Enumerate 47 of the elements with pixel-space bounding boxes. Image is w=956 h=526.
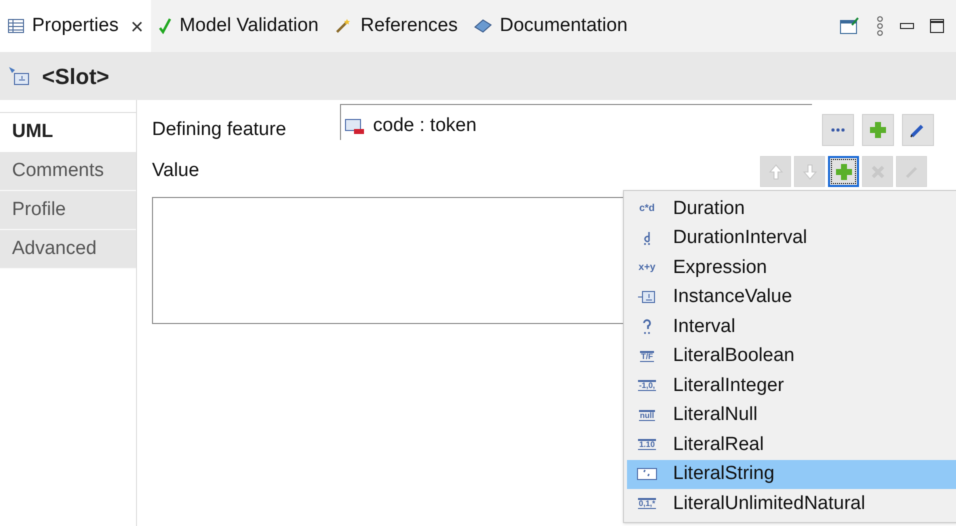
table-icon — [8, 19, 24, 33]
menu-item[interactable]: 1.10 LiteralReal — [627, 430, 956, 460]
menu-item[interactable]: DurationInterval — [627, 224, 956, 253]
side-tab[interactable]: Advanced — [0, 230, 136, 269]
property-icon — [345, 118, 365, 134]
more-icon[interactable] — [876, 16, 884, 36]
view-tab[interactable]: References — [326, 0, 466, 52]
browse-button[interactable] — [822, 114, 854, 146]
menu-item[interactable]: x+y Expression — [627, 253, 956, 282]
slot-icon — [8, 66, 30, 86]
wand-icon — [334, 18, 353, 34]
pencil-icon — [910, 122, 926, 138]
field-label: Defining feature — [152, 118, 288, 142]
question-icon — [642, 319, 652, 334]
plus-icon — [870, 122, 886, 138]
menu-item[interactable]: c*d Duration — [627, 194, 956, 224]
minimize-icon[interactable] — [900, 23, 914, 29]
defining-feature-field[interactable]: code : token — [340, 104, 812, 140]
menu-item[interactable]: Interval — [627, 312, 956, 342]
side-tab[interactable]: Comments — [0, 152, 136, 191]
checkmark-icon — [159, 18, 172, 34]
edit-button[interactable] — [902, 114, 934, 146]
view-tab[interactable]: Documentation — [466, 0, 636, 52]
plus-icon — [836, 164, 852, 180]
dotted-letter-icon — [642, 231, 652, 246]
menu-item[interactable]: null LiteralNull — [627, 400, 956, 430]
menu-item-icon: c*d — [639, 204, 655, 214]
toolbar-button[interactable] — [828, 156, 859, 187]
title-text: <Slot> — [42, 62, 110, 90]
up-arrow-icon — [768, 164, 782, 180]
view-tab[interactable]: Properties × — [0, 0, 152, 52]
window-icon[interactable] — [840, 17, 860, 35]
ellipsis-icon — [831, 128, 845, 132]
menu-item[interactable]: -1,0, LiteralInteger — [627, 371, 956, 400]
quote-icon — [637, 468, 657, 480]
menu-item[interactable]: T/F LiteralBoolean — [627, 342, 956, 371]
instance-icon — [638, 291, 656, 304]
menu-item[interactable]: InstanceValue — [627, 282, 956, 312]
side-tab[interactable]: Profile — [0, 191, 136, 230]
menu-item[interactable]: 0,1,* LiteralUnlimitedNatural — [627, 489, 956, 518]
menu-item-icon: x+y — [638, 262, 656, 273]
menu-item[interactable]: LiteralString — [627, 460, 956, 489]
maximize-icon[interactable] — [930, 19, 944, 33]
value-label: Value — [152, 158, 200, 182]
close-icon[interactable]: × — [130, 10, 144, 42]
view-tab[interactable]: Model Validation — [151, 0, 327, 52]
down-arrow-icon — [802, 164, 816, 180]
